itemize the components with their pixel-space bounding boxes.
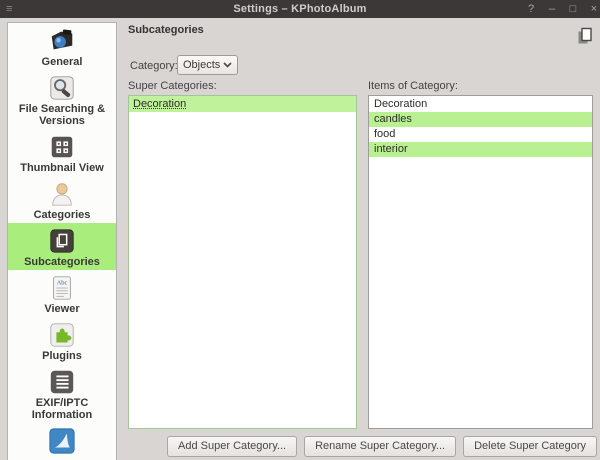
sidebar-item-label: Subcategories [24,256,100,268]
button-row: Add Super Category... Rename Super Categ… [128,436,597,457]
list-item-decoration[interactable]: Decoration [129,96,356,112]
minimize-button[interactable]: – [546,0,558,18]
sidebar-item-categories[interactable]: Categories [8,176,116,223]
settings-sidebar: General File Searching & Versions Thumbn… [7,22,117,460]
sidebar-item-database[interactable] [8,423,116,458]
list-item-label: Decoration [374,98,428,110]
page-title: Subcategories [128,24,204,36]
category-label: Category: [130,60,178,72]
list-item-label: interior [374,143,408,155]
sidebar-item-plugins[interactable]: Plugins [8,317,116,364]
category-dropdown[interactable]: Objects [177,55,238,75]
close-button[interactable]: × [588,0,600,18]
sidebar-item-general[interactable]: General [8,23,116,70]
sidebar-item-viewer[interactable]: Abc Viewer [8,270,116,317]
sidebar-item-thumbnail-view[interactable]: Thumbnail View [8,129,116,176]
super-categories-list[interactable]: Decoration [128,95,357,429]
stacked-pages-icon [50,229,74,253]
items-of-category-list[interactable]: Decoration candles food interior [368,95,593,429]
camera-icon [51,29,73,50]
maximize-button[interactable]: □ [567,0,579,18]
svg-text:Abc: Abc [57,279,68,286]
settings-window: ≡ Settings – KPhotoAlbum ? – □ × General [0,0,600,460]
sidebar-item-exif-iptc[interactable]: EXIF/IPTC Information [8,364,116,423]
titlebar[interactable]: ≡ Settings – KPhotoAlbum ? – □ × [0,0,600,18]
blue-fin-icon [49,428,75,454]
window-title: Settings – KPhotoAlbum [233,3,367,15]
category-dropdown-value: Objects [183,59,221,71]
list-item-food[interactable]: food [369,127,592,142]
search-icon [50,76,74,100]
items-of-category-label: Items of Category: [368,80,458,92]
chevron-down-icon [223,62,232,68]
help-button[interactable]: ? [525,0,537,18]
add-super-category-button[interactable]: Add Super Category... [167,436,298,457]
list-item-label: Decoration [133,98,187,110]
abc-document-icon: Abc [53,276,71,300]
sidebar-item-file-searching[interactable]: File Searching & Versions [8,70,116,129]
list-item-label: food [374,128,396,140]
list-lines-icon [50,370,74,394]
sidebar-item-label: EXIF/IPTC Information [31,397,93,421]
list-item-interior[interactable]: interior [369,142,592,157]
person-icon [52,183,72,206]
list-item-decoration[interactable]: Decoration [369,97,592,112]
rename-super-category-button[interactable]: Rename Super Category... [304,436,457,457]
sidebar-item-label: Viewer [44,303,80,315]
list-item-label: candles [374,113,412,125]
sidebar-item-label: Categories [33,209,91,221]
sidebar-item-label: Thumbnail View [20,162,104,174]
sidebar-item-label: Plugins [42,350,82,362]
sidebar-item-label: General [41,56,83,68]
puzzle-icon [50,323,74,347]
thumbnail-grid-icon [51,136,73,158]
super-categories-label: Super Categories: [128,80,217,92]
delete-super-category-button[interactable]: Delete Super Category [463,436,597,457]
sidebar-item-label: File Searching & Versions [18,103,106,127]
list-item-candles[interactable]: candles [369,112,592,127]
stacked-pages-outline-icon[interactable] [577,27,593,45]
sidebar-item-subcategories[interactable]: Subcategories [8,223,116,270]
